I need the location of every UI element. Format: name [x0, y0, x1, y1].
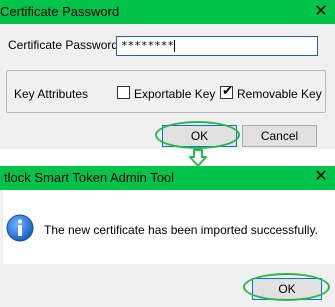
removable-key-checkbox[interactable]: ✔ [220, 83, 233, 99]
certificate-password-dialog: Certificate Password ✕ Certificate Passw… [0, 0, 335, 149]
success-message: The new certificate has been imported su… [44, 223, 318, 237]
dialog-title: tlock Smart Token Admin Tool [4, 170, 175, 185]
key-attributes-label: Key Attributes [14, 87, 89, 101]
dialog-titlebar[interactable]: Certificate Password ✕ [0, 0, 335, 24]
password-label: Certificate Password [8, 38, 119, 52]
dialog-title: Certificate Password [0, 4, 120, 19]
password-value: ******** [121, 39, 174, 52]
exportable-key-label[interactable]: Exportable Key [134, 87, 215, 101]
exportable-key-checkbox[interactable] [117, 86, 130, 99]
cancel-button[interactable]: Cancel [242, 125, 317, 147]
ok-highlight-ellipse [243, 273, 330, 301]
close-icon[interactable]: ✕ [311, 167, 331, 187]
ok-highlight-ellipse [155, 121, 240, 149]
close-icon[interactable]: ✕ [311, 2, 331, 22]
text-caret [173, 40, 175, 52]
dialog-titlebar[interactable]: tlock Smart Token Admin Tool ✕ [0, 166, 335, 190]
checkmark-icon: ✔ [222, 83, 233, 98]
down-arrow-icon [189, 149, 207, 167]
import-success-dialog: tlock Smart Token Admin Tool ✕ The new c… [0, 166, 335, 307]
removable-key-label[interactable]: Removable Key [237, 87, 322, 101]
info-icon [6, 214, 34, 242]
password-field[interactable]: ******** [116, 36, 318, 56]
